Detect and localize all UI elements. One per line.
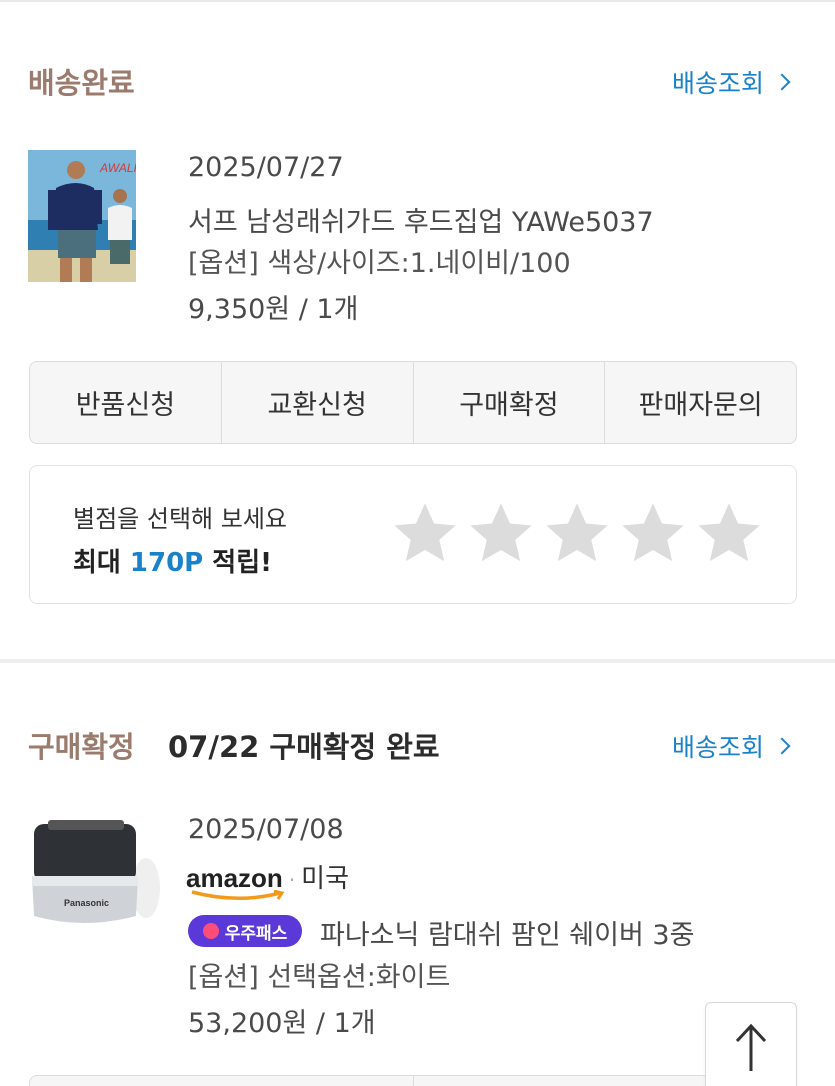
- return-request-button[interactable]: 반품신청: [30, 362, 222, 443]
- order-date: 2025/07/08: [188, 814, 344, 845]
- amazon-logo: amazon: [186, 863, 285, 900]
- product-thumbnail[interactable]: AWALK: [28, 150, 136, 282]
- track-delivery-label: 배송조회: [672, 69, 765, 98]
- product-photo: AWALK: [28, 150, 136, 282]
- order-actions: 반품신청 교환신청 구매확정 판매자문의: [29, 361, 797, 444]
- star-icon[interactable]: [615, 494, 691, 574]
- top-divider: [0, 0, 835, 2]
- product-thumbnail[interactable]: Panasonic: [28, 818, 160, 930]
- product-option: [옵션] 선택옵션:화이트: [188, 962, 451, 993]
- order-actions: [29, 1075, 797, 1086]
- star-icon[interactable]: [463, 494, 539, 574]
- store-country: 미국: [301, 864, 350, 894]
- exchange-request-button[interactable]: 교환신청: [222, 362, 414, 443]
- svg-text:AWALK: AWALK: [99, 161, 136, 175]
- svg-text:Panasonic: Panasonic: [64, 898, 109, 908]
- chevron-right-icon: [773, 737, 791, 755]
- review-card: 별점을 선택해 보세요 최대 170P 적립!: [29, 465, 797, 604]
- price-quantity: 9,350원 / 1개: [188, 294, 359, 325]
- reward-suffix: 적립!: [203, 548, 272, 578]
- product-name[interactable]: 파나소닉 람대쉬 팜인 쉐이버 3중: [320, 913, 694, 952]
- confirm-purchase-button[interactable]: 구매확정: [414, 362, 606, 443]
- planet-icon: [202, 923, 219, 939]
- scroll-to-top-button[interactable]: [705, 1002, 797, 1086]
- star-icon[interactable]: [539, 494, 615, 574]
- price-quantity: 53,200원 / 1개: [188, 1008, 376, 1039]
- order-status: 구매확정: [28, 730, 135, 764]
- order-status: 배송완료: [28, 66, 135, 100]
- action-button[interactable]: [30, 1076, 414, 1086]
- order-date: 2025/07/27: [188, 152, 344, 183]
- amazon-smile-icon: [191, 890, 285, 900]
- reward-points: 170P: [129, 548, 204, 578]
- product-option: [옵션] 색상/사이즈:1.네이비/100: [188, 248, 571, 279]
- uzu-pass-badge: 우주패스: [188, 915, 302, 947]
- star-icon[interactable]: [387, 494, 463, 574]
- badge-label: 우주패스: [224, 923, 288, 944]
- review-reward: 최대 170P 적립!: [73, 542, 272, 579]
- order-status-note: 07/22 구매확정 완료: [168, 730, 440, 764]
- star-rating: [387, 494, 767, 574]
- arrow-up-icon: [735, 1023, 767, 1071]
- product-photo: Panasonic: [32, 820, 160, 923]
- store-row: amazon · 미국: [186, 858, 350, 900]
- separator-dot: ·: [288, 868, 296, 892]
- reward-prefix: 최대: [73, 548, 130, 578]
- star-icon[interactable]: [691, 494, 767, 574]
- review-prompt: 별점을 선택해 보세요: [73, 505, 287, 533]
- chevron-right-icon: [773, 73, 791, 91]
- section-divider: [0, 659, 835, 663]
- track-delivery-link[interactable]: 배송조회: [672, 64, 791, 100]
- track-delivery-link[interactable]: 배송조회: [672, 728, 791, 764]
- seller-inquiry-button[interactable]: 판매자문의: [605, 362, 796, 443]
- product-name[interactable]: 서프 남성래쉬가드 후드집업 YAWe5037: [188, 200, 654, 239]
- track-delivery-label: 배송조회: [672, 733, 765, 762]
